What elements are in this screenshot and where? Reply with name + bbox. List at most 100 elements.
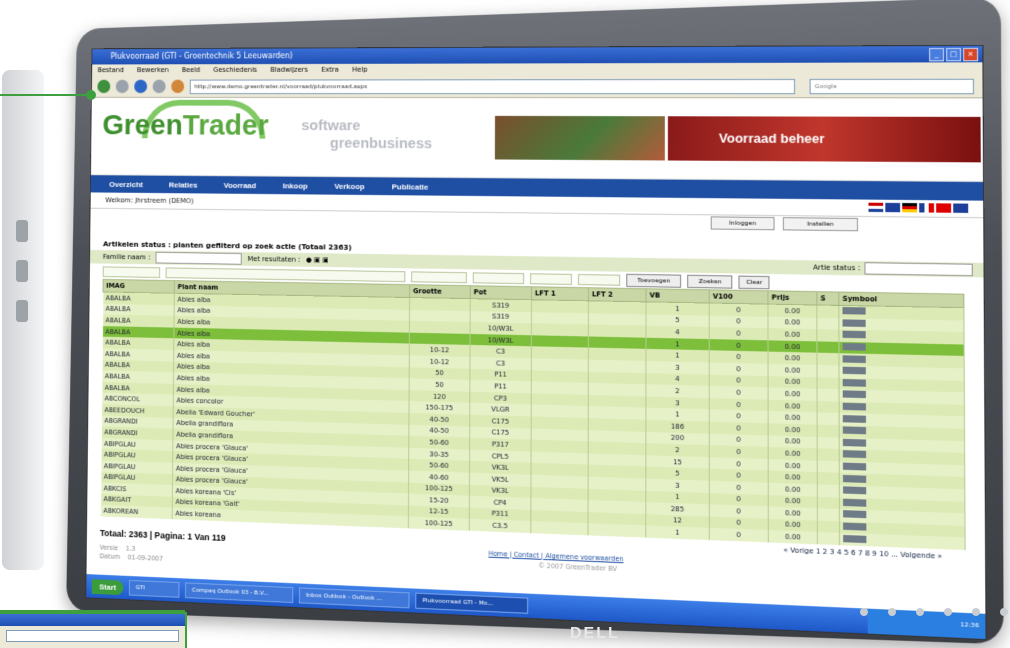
toolbar-icon[interactable] — [842, 343, 866, 351]
toolbar-icon[interactable] — [842, 307, 866, 315]
monitor-button[interactable] — [972, 608, 980, 616]
cell-lft2 — [588, 300, 646, 315]
browser-title-bar: Plukvoorraad (GTI - Groentechnik 5 Leeuw… — [92, 45, 983, 65]
col-v100[interactable]: V100 — [709, 289, 768, 305]
menu-beeld[interactable]: Beeld — [182, 64, 201, 76]
filter-input-lft2[interactable] — [577, 273, 621, 286]
toolbar-icon[interactable] — [842, 354, 866, 363]
toolbar-icon[interactable] — [842, 450, 867, 459]
power-button[interactable] — [1000, 608, 1008, 616]
flag-nl-icon[interactable] — [868, 202, 884, 213]
toolbar-icon[interactable] — [843, 486, 867, 495]
filter-icons[interactable]: ● ▣ ▣ — [306, 256, 329, 264]
search-box[interactable]: Google — [809, 78, 975, 94]
login-button[interactable]: Inloggen — [710, 216, 775, 231]
flag-de-icon[interactable] — [902, 203, 918, 213]
flag-dk-icon[interactable] — [936, 203, 952, 213]
col-lft2[interactable]: LFT 2 — [588, 287, 646, 302]
flag-en-icon[interactable] — [885, 202, 901, 213]
cell-s — [816, 341, 839, 354]
toolbar-icon[interactable] — [842, 426, 867, 435]
col-price[interactable]: Prijs — [767, 290, 817, 305]
toolbar-icon[interactable] — [842, 319, 866, 327]
reload-icon[interactable] — [134, 79, 148, 94]
nav-voorraad[interactable]: Voorraad — [224, 181, 257, 190]
filter-input-size[interactable] — [411, 270, 467, 283]
flag-fr-icon[interactable] — [919, 203, 935, 213]
stop-icon[interactable] — [152, 79, 166, 94]
start-button[interactable]: Start — [91, 578, 124, 595]
greentrader-logo[interactable]: GreenTrader — [102, 109, 268, 142]
task-gti[interactable]: GTI — [129, 579, 180, 598]
task-outlook-2[interactable]: Inbox Outlook - Outlook ... — [299, 587, 410, 609]
toolbar-icon[interactable] — [843, 522, 867, 531]
back-icon[interactable] — [97, 79, 111, 94]
toolbar-icon[interactable] — [842, 438, 867, 447]
nav-verkoop[interactable]: Verkoop — [334, 181, 364, 190]
flag-se-icon[interactable] — [953, 203, 969, 213]
toolbar-icon[interactable] — [842, 331, 866, 339]
address-bar[interactable]: http://www.demo.greentrader.nl/voorraad/… — [189, 78, 796, 94]
maximize-button[interactable]: □ — [946, 47, 962, 62]
forward-icon[interactable] — [115, 79, 129, 94]
banner-photo — [494, 115, 665, 161]
menu-extra[interactable]: Extra — [321, 64, 339, 76]
banner-title: Voorraad beheer — [667, 116, 981, 163]
usb-port — [16, 220, 28, 242]
col-lft1[interactable]: LFT 1 — [531, 286, 589, 301]
cell-price: 0.00 — [767, 316, 817, 330]
col-vb[interactable]: VB — [645, 288, 710, 304]
col-size[interactable]: Grootte — [409, 284, 471, 299]
close-button[interactable]: × — [963, 47, 979, 62]
monitor-button[interactable] — [860, 608, 868, 616]
menu-bladwijzers[interactable]: Bladwijzers — [270, 64, 308, 76]
nav-overzicht[interactable]: Overzicht — [109, 180, 143, 189]
home-icon[interactable] — [171, 79, 185, 94]
monitor-button[interactable] — [944, 608, 952, 616]
settings-button[interactable]: Instellen — [782, 217, 859, 232]
filter-input-code[interactable] — [102, 265, 161, 278]
minimize-button[interactable]: _ — [929, 48, 945, 62]
cell-s — [817, 508, 840, 522]
zoom-inset — [0, 612, 187, 648]
nav-relaties[interactable]: Relaties — [169, 180, 198, 189]
footer-links[interactable]: Home | Contact | Algemene voorwaarden — [488, 550, 623, 564]
toolbar-icon[interactable] — [842, 378, 866, 387]
task-browser[interactable]: Plukvoorraad GTI - Mo... — [415, 592, 529, 614]
cell-s — [817, 400, 840, 414]
cell-s — [817, 520, 840, 534]
clear-button[interactable]: Clear — [738, 275, 770, 289]
nav-inkoop[interactable]: Inkoop — [283, 181, 308, 190]
filter-input-name[interactable] — [165, 266, 406, 282]
cell-price: 0.00 — [767, 304, 817, 318]
monitor-button[interactable] — [916, 608, 924, 616]
toolbar-icon[interactable] — [843, 534, 867, 543]
toolbar-icon[interactable] — [843, 510, 867, 519]
add-button[interactable]: Toevoegen — [626, 273, 682, 288]
cell-s — [817, 412, 840, 426]
toolbar-icon[interactable] — [842, 414, 867, 423]
toolbar-icon[interactable] — [843, 498, 867, 507]
toolbar-icon[interactable] — [842, 402, 866, 411]
nav-publicatie[interactable]: Publicatie — [392, 182, 429, 191]
col-pot[interactable]: Pot — [470, 285, 532, 300]
language-flags — [868, 202, 969, 213]
menu-bewerken[interactable]: Bewerken — [137, 64, 169, 76]
toolbar-icon[interactable] — [842, 390, 866, 399]
search-button[interactable]: Zoeken — [687, 274, 733, 289]
filter-input-pot[interactable] — [472, 271, 525, 284]
toolbar-icon[interactable] — [842, 366, 866, 375]
family-select[interactable] — [155, 251, 242, 265]
monitor-buttons — [860, 608, 1008, 616]
menu-bestand[interactable]: Bestand — [98, 64, 124, 76]
filter-input-lft1[interactable] — [530, 272, 572, 285]
menu-geschiedenis[interactable]: Geschiedenis — [213, 64, 257, 76]
task-outlook-1[interactable]: Compaq Outlook 03 - B.V... — [185, 582, 294, 604]
toolbar-icon[interactable] — [842, 474, 867, 483]
col-s[interactable]: S — [816, 291, 839, 306]
menu-help[interactable]: Help — [352, 64, 367, 76]
navigation-toolbar: http://www.demo.greentrader.nl/voorraad/… — [91, 74, 983, 99]
art-status-select[interactable] — [864, 262, 973, 277]
toolbar-icon[interactable] — [842, 462, 867, 471]
monitor-button[interactable] — [888, 608, 896, 616]
